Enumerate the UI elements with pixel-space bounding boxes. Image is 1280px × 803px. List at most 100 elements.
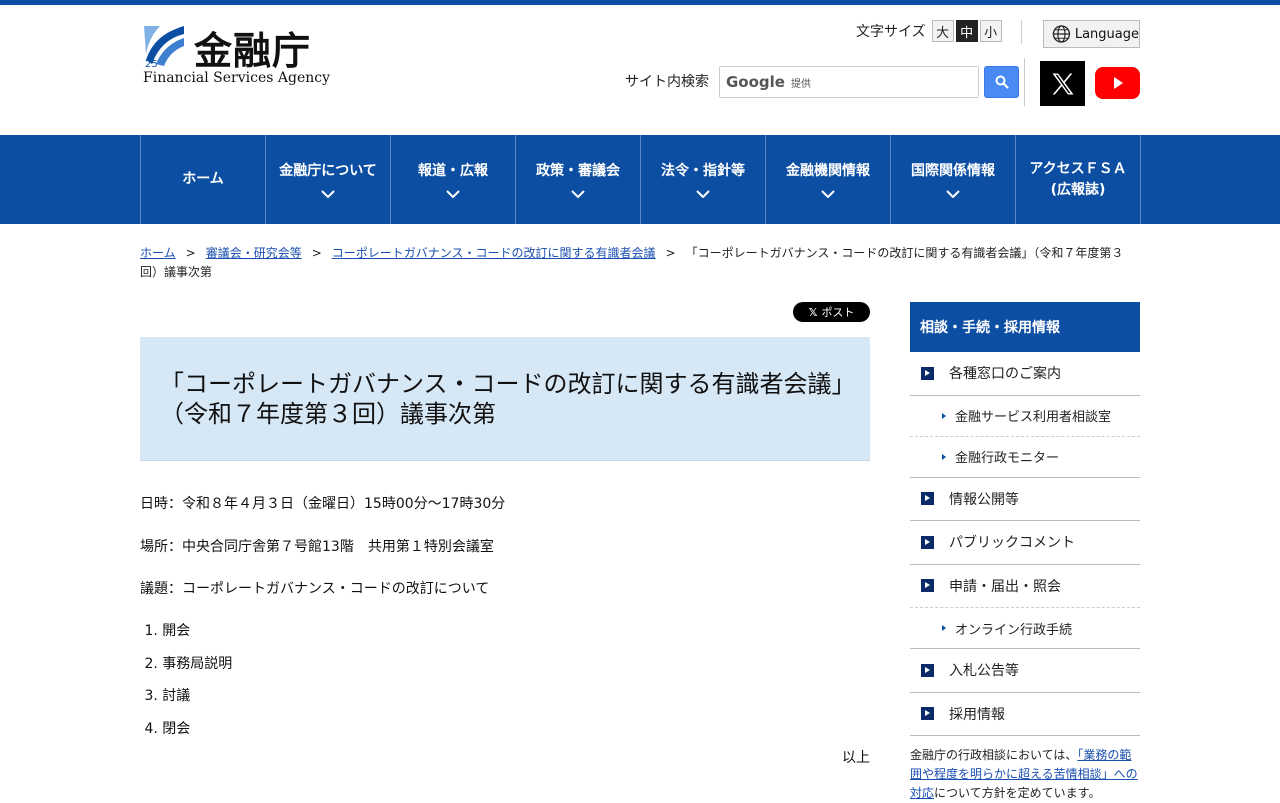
sidebar-item-contact-windows[interactable]: 各種窓口のご案内	[910, 352, 1140, 396]
x-logo-icon	[1052, 73, 1073, 94]
breadcrumb-link-cg-code[interactable]: コーポレートガバナンス・コードの改訂に関する有識者会議	[332, 246, 656, 260]
sidebar-note-text: 金融庁の行政相談においては、	[910, 748, 1078, 762]
arrow-square-icon	[921, 535, 934, 549]
font-size-medium-button[interactable]: 中	[955, 20, 978, 42]
sidebar-item-public-comment[interactable]: パブリックコメント	[910, 521, 1140, 565]
sidebar-item-bidding[interactable]: 入札公告等	[910, 649, 1140, 693]
fsa-logo[interactable]: 25 金融庁 Financial Services Agency	[142, 24, 342, 90]
language-label: Language	[1074, 26, 1139, 42]
sidebar-item-label: 情報公開等	[949, 491, 1019, 508]
arrow-square-icon	[921, 366, 934, 380]
site-search-label: サイト内検索	[625, 74, 709, 90]
chevron-down-icon	[571, 190, 585, 198]
search-button[interactable]	[984, 66, 1019, 98]
font-size-switcher: 文字サイズ 大 中 小	[856, 20, 1002, 42]
globe-icon	[1052, 25, 1071, 43]
header-divider	[1021, 20, 1022, 44]
x-logo-icon: 𝕏	[808, 305, 818, 319]
page-title-box: 「コーポレートガバナンス・コードの改訂に関する有識者会議」（令和７年度第３回）議…	[140, 337, 870, 461]
closing-text: 以上	[842, 750, 870, 766]
sidebar: 相談・手続・採用情報 各種窓口のご案内 金融サービス利用者相談室 金融行政モニタ…	[910, 302, 1140, 736]
search-input[interactable]: Google 提供	[719, 66, 979, 98]
sidebar-item-label: 入札公告等	[949, 663, 1019, 680]
sidebar-subitem-label: 金融行政モニター	[955, 451, 1060, 466]
triangle-right-icon	[942, 625, 946, 631]
agenda-item: 1. 開会	[140, 623, 191, 639]
font-size-large-button[interactable]: 大	[931, 20, 954, 42]
arrow-square-icon	[921, 492, 934, 506]
logo-japanese-text: 金融庁	[194, 29, 312, 73]
nav-label: 政策・審議会	[536, 163, 620, 179]
chevron-down-icon	[696, 190, 710, 198]
post-button-label: ポスト	[821, 306, 855, 319]
sidebar-item-label: 申請・届出・照会	[949, 578, 1061, 595]
sidebar-heading: 相談・手続・採用情報	[910, 302, 1140, 352]
nav-label: 金融機関情報	[786, 163, 870, 179]
agenda-item: 2. 事務局説明	[140, 655, 233, 672]
nav-label: 報道・広報	[418, 163, 488, 179]
font-size-small-button[interactable]: 小	[979, 20, 1002, 42]
breadcrumb-link-home[interactable]: ホーム	[140, 246, 176, 260]
search-icon	[995, 75, 1009, 89]
nav-label: 金融庁について	[279, 163, 377, 179]
nav-label: 国際関係情報	[911, 163, 995, 179]
meeting-datetime: 日時：令和８年４月３日（金曜日）15時00分～17時30分	[140, 496, 506, 512]
sidebar-item-label: 各種窓口のご案内	[949, 366, 1061, 383]
top-accent-bar	[0, 0, 1280, 5]
x-social-button[interactable]	[1040, 61, 1085, 106]
nav-item-international[interactable]: 国際関係情報	[891, 135, 1016, 224]
breadcrumb-link-councils[interactable]: 審議会・研究会等	[206, 246, 302, 260]
breadcrumb: ホーム > 審議会・研究会等 > コーポレートガバナンス・コードの改訂に関する有識者会議…	[140, 244, 1140, 282]
sidebar-subitem-user-consultation[interactable]: 金融サービス利用者相談室	[910, 396, 1140, 437]
google-provided-label: 提供	[790, 78, 811, 90]
sidebar-item-label: 採用情報	[949, 706, 1005, 723]
google-logo: Google	[726, 73, 785, 91]
triangle-right-icon	[942, 412, 946, 419]
page-title: 「コーポレートガバナンス・コードの改訂に関する有識者会議」（令和７年度第３回）議…	[160, 370, 844, 428]
nav-label: アクセスＦＳＡ (広報誌)	[1029, 160, 1127, 198]
agenda-item: 3. 討議	[140, 688, 191, 704]
fsa-emblem-icon: 25	[144, 26, 184, 68]
sidebar-item-disclosure[interactable]: 情報公開等	[910, 478, 1140, 521]
language-button[interactable]: Language	[1043, 20, 1140, 48]
nav-item-about[interactable]: 金融庁について	[266, 135, 391, 224]
meeting-topic: 議題：コーポレートガバナンス・コードの改訂について	[140, 581, 490, 597]
arrow-square-icon	[921, 707, 934, 721]
chevron-down-icon	[321, 190, 335, 198]
chevron-down-icon	[446, 190, 460, 198]
nav-label: 法令・指針等	[661, 163, 745, 179]
global-navigation: ホーム 金融庁について 報道・広報 政策・審議会 法令・指針等 金融機関情報 国…	[0, 135, 1280, 224]
header-divider-2	[1024, 58, 1025, 106]
sidebar-subitem-admin-monitor[interactable]: 金融行政モニター	[910, 437, 1140, 478]
arrow-square-icon	[921, 579, 934, 593]
sidebar-item-recruitment[interactable]: 採用情報	[910, 693, 1140, 736]
play-icon	[1113, 77, 1123, 89]
triangle-right-icon	[942, 453, 946, 460]
sidebar-note: 金融庁の行政相談においては、「業務の範囲や程度を明らかに超える苦情相談」への対応…	[910, 746, 1142, 803]
breadcrumb-separator: >	[665, 246, 676, 260]
chevron-down-icon	[821, 190, 835, 198]
sidebar-subitem-label: 金融サービス利用者相談室	[955, 410, 1112, 425]
nav-item-policy[interactable]: 政策・審議会	[516, 135, 641, 224]
meeting-place: 場所：中央合同庁舎第７号館13階 共用第１特別会議室	[140, 539, 494, 555]
sidebar-item-applications[interactable]: 申請・届出・照会	[910, 565, 1140, 608]
nav-label: ホーム	[182, 171, 224, 187]
nav-item-access-fsa[interactable]: アクセスＦＳＡ (広報誌)	[1016, 135, 1141, 224]
sidebar-subitem-online-procedures[interactable]: オンライン行政手続	[910, 608, 1140, 649]
youtube-button[interactable]	[1095, 67, 1140, 99]
sidebar-item-label: パブリックコメント	[949, 535, 1075, 552]
nav-item-laws[interactable]: 法令・指針等	[641, 135, 766, 224]
nav-item-home[interactable]: ホーム	[141, 135, 266, 224]
arrow-square-icon	[921, 663, 934, 677]
svg-text:25: 25	[145, 59, 158, 68]
agenda-list: 1. 開会 2. 事務局説明 3. 討議 4. 閉会	[140, 620, 232, 750]
sidebar-subitem-label: オンライン行政手続	[955, 622, 1073, 638]
breadcrumb-separator: >	[185, 246, 196, 260]
nav-item-press[interactable]: 報道・広報	[391, 135, 516, 224]
nav-item-institutions[interactable]: 金融機関情報	[766, 135, 891, 224]
logo-english-text: Financial Services Agency	[143, 70, 331, 86]
agenda-item: 4. 閉会	[140, 720, 191, 737]
chevron-down-icon	[946, 190, 960, 198]
font-size-label: 文字サイズ	[856, 24, 926, 40]
x-post-button[interactable]: 𝕏 ポスト	[793, 302, 870, 322]
